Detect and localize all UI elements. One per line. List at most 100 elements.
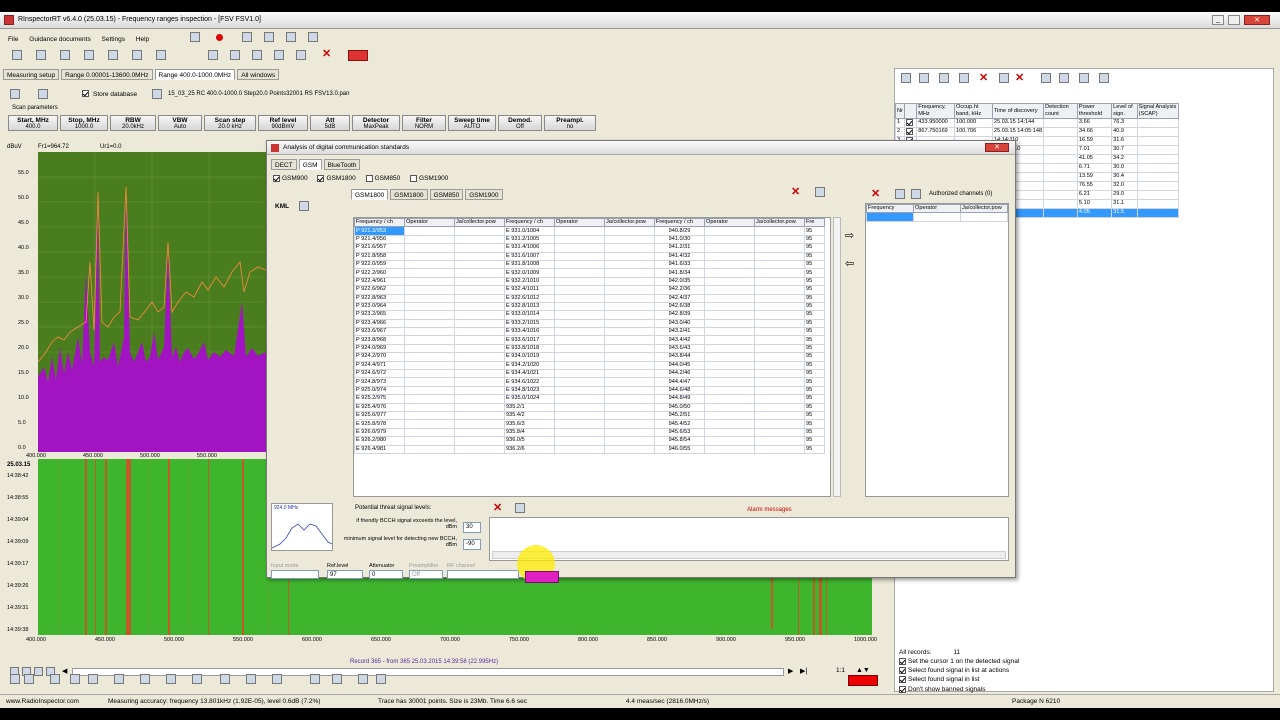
input-mode-select[interactable]: [271, 570, 319, 579]
db-settings-icon[interactable]: [38, 89, 48, 99]
tool-icon-13[interactable]: [310, 674, 320, 684]
option-0[interactable]: Set the cursor 1 on the detected signal: [899, 658, 1259, 665]
alarm-scrollbar[interactable]: [492, 551, 1006, 559]
subtab-1[interactable]: GSM1800: [351, 189, 389, 200]
tool-icon-14[interactable]: [332, 674, 342, 684]
channel-frequency[interactable]: E 925.8/978: [354, 419, 405, 429]
save-icon[interactable]: [36, 50, 46, 60]
spectrum-icon[interactable]: [242, 32, 252, 42]
channel-frequency[interactable]: P 922.2/960: [354, 268, 405, 278]
arrow-icon[interactable]: [308, 32, 318, 42]
channel-frequency[interactable]: P 921.4/956: [354, 234, 405, 245]
tab-gsm[interactable]: GSM: [298, 159, 322, 170]
band-gsm850[interactable]: GSM850: [365, 175, 400, 182]
dialog-close-button[interactable]: ✕: [985, 143, 1009, 152]
tab-dect[interactable]: DECT: [271, 159, 297, 170]
channel-frequency[interactable]: E 934.0/1019: [504, 352, 555, 362]
remove-arrow-icon[interactable]: ⇦: [845, 257, 854, 270]
tab-all-windows[interactable]: All windows: [237, 69, 280, 80]
channel-frequency[interactable]: E 933.6/1017: [504, 335, 555, 345]
channel-frequency[interactable]: 941.8/34: [654, 268, 705, 278]
option-checkbox[interactable]: [899, 676, 906, 684]
channel-frequency[interactable]: E 935.0/1024: [504, 394, 555, 404]
results-settings-icon[interactable]: [1099, 73, 1109, 83]
kml-button[interactable]: KML: [275, 203, 289, 210]
results-col-header[interactable]: [904, 103, 918, 119]
tool-icon-5[interactable]: [88, 674, 98, 684]
channel-frequency[interactable]: E 925.6/977: [354, 410, 405, 421]
tool-icon-16[interactable]: [376, 674, 386, 684]
channel-frequency[interactable]: P 923.6/967: [354, 327, 405, 337]
open-icon[interactable]: [12, 50, 22, 60]
param-button-1[interactable]: Stop, MHz 1000.0: [60, 115, 108, 131]
channel-col-header[interactable]: Operator: [554, 218, 605, 228]
channel-frequency[interactable]: 942.8/39: [654, 310, 705, 320]
subtab-4[interactable]: GSM1900: [465, 189, 503, 200]
channel-frequency[interactable]: P 925.0/974: [354, 385, 405, 396]
results-delete-icon[interactable]: ✕: [979, 71, 988, 84]
channel-frequency[interactable]: 944.4/47: [654, 377, 705, 387]
start-analysis-button[interactable]: [525, 571, 559, 583]
option-checkbox[interactable]: [899, 658, 906, 665]
min-level-input[interactable]: -90: [463, 539, 481, 550]
table-row[interactable]: P 925.0/974 E 934.8/1023 944.6/48 95: [354, 385, 825, 396]
tool-icon-6[interactable]: [114, 674, 124, 684]
antenna-icon[interactable]: [286, 32, 296, 42]
param-button-10[interactable]: Demod. Off: [498, 115, 542, 131]
tab-bluetooth[interactable]: BlueTooth: [323, 159, 361, 170]
channel-frequency[interactable]: 944.8/49: [654, 394, 705, 404]
preamp-select[interactable]: Off: [409, 570, 443, 579]
channel-frequency[interactable]: 945.4/52: [654, 419, 705, 429]
param-button-8[interactable]: Filter NORM: [402, 115, 446, 131]
maximize-button[interactable]: [1228, 15, 1240, 25]
channel-frequency[interactable]: 943.6/43: [654, 343, 705, 354]
results-open-icon[interactable]: [901, 73, 911, 83]
param-button-11[interactable]: Preampl. no: [544, 115, 596, 131]
scroll-right-icon[interactable]: ▶: [788, 667, 793, 675]
channel-frequency[interactable]: 945.8/54: [654, 436, 705, 446]
alarm-button[interactable]: [848, 675, 878, 686]
results-col-header[interactable]: Time of discovery: [991, 103, 1045, 119]
table-row[interactable]: P 922.4/961 E 932.2/1010 942.0/35 95: [354, 276, 825, 287]
clear-channels-icon[interactable]: ✕: [791, 185, 800, 198]
table-row[interactable]: P 922.2/960 E 932.0/1009 941.8/34 95: [354, 268, 825, 278]
channel-frequency[interactable]: E 933.0/1014: [504, 310, 555, 320]
rf-channel-select[interactable]: [447, 570, 519, 579]
channel-frequency[interactable]: 942.4/37: [654, 293, 705, 303]
channel-frequency[interactable]: 945.2/51: [654, 410, 705, 421]
kml-map-icon[interactable]: [299, 201, 309, 211]
channel-frequency[interactable]: E 931.6/1007: [504, 251, 555, 261]
add-arrow-icon[interactable]: ⇨: [845, 229, 854, 242]
results-col-header[interactable]: Signal Analysis (SCAP): [1136, 103, 1180, 119]
table-row[interactable]: E 925.8/978 935.6/3 945.4/52 95: [354, 419, 825, 429]
channel-frequency[interactable]: P 923.0/964: [354, 301, 405, 312]
channel-col-header[interactable]: Frequency / ch: [354, 218, 405, 228]
param-button-7[interactable]: Detector MaxPeak: [352, 115, 400, 131]
table-row[interactable]: P 922.8/963 E 932.6/1012 942.4/37 95: [354, 293, 825, 303]
channel-col-header[interactable]: Ja/collector.pow: [754, 218, 805, 228]
channel-frequency[interactable]: E 933.4/1016: [504, 327, 555, 337]
alarm-settings-icon[interactable]: [515, 503, 525, 513]
table-row[interactable]: P 921.8/958 E 931.6/1007 941.4/32 95: [354, 251, 825, 261]
spectrum-plot[interactable]: [38, 152, 266, 452]
db-icon[interactable]: [10, 89, 20, 99]
auth-delete-icon[interactable]: ✕: [871, 187, 880, 200]
channel-frequency[interactable]: E 932.2/1010: [504, 276, 555, 287]
table-row[interactable]: 1 433.950000 100.000 25.03.15 14:144 3.66 76.…: [894, 118, 1180, 128]
channel-frequency[interactable]: E 933.8/1018: [504, 343, 555, 354]
channel-col-header[interactable]: Ja/collector.pow: [604, 218, 655, 228]
channel-frequency[interactable]: 944.0/45: [654, 360, 705, 371]
channel-scrollbar[interactable]: [833, 217, 841, 497]
antenna2-icon[interactable]: [252, 50, 262, 60]
tool-icon-2[interactable]: [24, 674, 34, 684]
table-row[interactable]: E 925.2/975 E 935.0/1024 944.8/49 95: [354, 394, 825, 404]
results-link-icon[interactable]: [999, 73, 1009, 83]
tool-icon-4[interactable]: [70, 674, 80, 684]
channel-frequency[interactable]: 935.8/4: [504, 427, 555, 438]
channel-col-header[interactable]: Fre: [804, 218, 825, 228]
channel-frequency[interactable]: P 922.8/963: [354, 293, 405, 303]
signal-icon[interactable]: [264, 32, 274, 42]
table-row[interactable]: P 923.0/964 E 932.8/1013 942.6/38 95: [354, 301, 825, 312]
table-row[interactable]: E 925.6/977 935.4/2 945.2/51 95: [354, 410, 825, 421]
tab-measuring-setup[interactable]: Measuring setup: [3, 69, 60, 80]
